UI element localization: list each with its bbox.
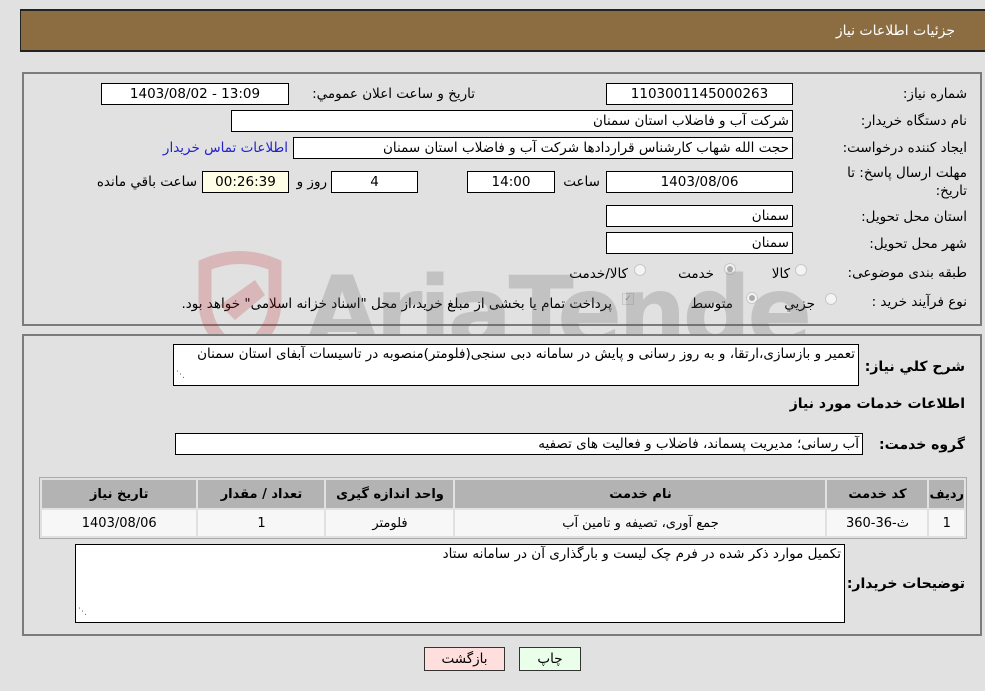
process-radio-minor[interactable] (825, 293, 837, 305)
category-option-goods-service: کالا/خدمت (569, 266, 628, 282)
process-radio-medium[interactable] (746, 292, 758, 304)
payment-note: پرداخت تمام یا بخشی از مبلغ خرید،از محل … (181, 296, 612, 312)
deadline-date-field[interactable]: 1403/08/06 (606, 171, 793, 193)
category-radio-goods-service[interactable] (634, 264, 646, 276)
page-title: جزئیات اطلاعات نیاز (835, 23, 955, 39)
deadline-time-field[interactable]: 14:00 (467, 171, 555, 193)
need-number-label: شماره نیاز: (902, 86, 967, 102)
days-remaining-field[interactable]: 4 (331, 171, 418, 193)
services-table: ردیف کد خدمت نام خدمت واحد اندازه گیری ت… (39, 477, 967, 539)
payment-checkbox[interactable]: ✓ (622, 293, 634, 305)
creator-field[interactable]: حجت الله شهاب کارشناس قراردادها شرکت آب … (293, 137, 793, 159)
service-group-label: گروه خدمت: (879, 437, 965, 453)
category-radio-goods[interactable] (795, 264, 807, 276)
buyer-contact-link[interactable]: اطلاعات تماس خریدار (163, 140, 288, 156)
process-option-medium: متوسط (690, 296, 733, 312)
province-label: استان محل تحویل: (861, 209, 967, 225)
announce-date-label: تاریخ و ساعت اعلان عمومي: (312, 86, 475, 102)
category-option-goods: کالا (771, 266, 790, 282)
table-header-row: ردیف کد خدمت نام خدمت واحد اندازه گیری ت… (42, 480, 964, 508)
announce-date-field[interactable]: 1403/08/02 - 13:09 (101, 83, 289, 105)
service-group-field[interactable]: آب رسانی؛ مدیریت پسماند، فاضلاب و فعالیت… (175, 433, 863, 455)
print-button[interactable]: چاپ (519, 647, 581, 671)
process-option-minor: جزيي (784, 296, 815, 312)
deadline-label-2: تاریخ: (935, 183, 967, 199)
column-header-service-code: کد خدمت (827, 480, 928, 508)
category-option-service: خدمت (678, 266, 714, 282)
city-field[interactable]: سمنان (606, 232, 793, 254)
deadline-time-label: ساعت (563, 174, 600, 190)
province-field[interactable]: سمنان (606, 205, 793, 227)
cell-service-name: جمع آوری، تصیفه و تامین آب (455, 510, 826, 536)
cell-quantity: 1 (198, 510, 325, 536)
column-header-quantity: تعداد / مقدار (198, 480, 325, 508)
description-label: شرح کلي نیاز: (864, 359, 965, 375)
cell-unit: فلومتر (326, 510, 454, 536)
page-header: جزئیات اطلاعات نیاز (20, 9, 985, 52)
buyer-org-label: نام دستگاه خریدار: (860, 113, 967, 129)
time-remaining-label: ساعت باقي مانده (96, 174, 197, 190)
category-radio-service[interactable] (724, 263, 736, 275)
need-number-field[interactable]: 1103001145000263 (606, 83, 793, 105)
category-label: طبقه بندی موضوعی: (847, 265, 967, 281)
column-header-unit: واحد اندازه گیری (326, 480, 454, 508)
time-remaining-field[interactable]: 00:26:39 (202, 171, 289, 193)
services-heading: اطلاعات خدمات مورد نیاز (789, 396, 965, 412)
cell-service-code: ث-36-360 (827, 510, 928, 536)
column-header-row-number: ردیف (929, 480, 964, 508)
column-header-need-date: تاریخ نیاز (42, 480, 197, 508)
cell-need-date: 1403/08/06 (42, 510, 197, 536)
column-header-service-name: نام خدمت (455, 480, 826, 508)
city-label: شهر محل تحویل: (869, 236, 967, 252)
description-textarea[interactable]: تعمیر و بازسازی،ارتقا، و به روز رسانی و … (173, 344, 859, 386)
resize-grip-icon[interactable]: ⋰ (78, 604, 87, 621)
days-label: روز و (296, 174, 327, 190)
buyer-notes-label: توضیحات خریدار: (846, 576, 965, 592)
back-button[interactable]: بازگشت (424, 647, 505, 671)
resize-grip-icon[interactable]: ⋰ (176, 367, 185, 384)
description-text: تعمیر و بازسازی،ارتقا، و به روز رسانی و … (197, 346, 855, 362)
deadline-label: مهلت ارسال پاسخ: تا (847, 165, 967, 181)
table-row: 1 ث-36-360 جمع آوری، تصیفه و تامین آب فل… (42, 510, 964, 536)
buyer-notes-text: تکمیل موارد ذکر شده در فرم چک لیست و بار… (442, 546, 841, 562)
creator-label: ایجاد کننده درخواست: (842, 140, 967, 156)
buyer-notes-textarea[interactable]: تکمیل موارد ذکر شده در فرم چک لیست و بار… (75, 544, 845, 623)
cell-row-number: 1 (929, 510, 964, 536)
buyer-org-field[interactable]: شرکت آب و فاضلاب استان سمنان (231, 110, 793, 132)
process-type-label: نوع فرآیند خرید : (871, 294, 967, 310)
